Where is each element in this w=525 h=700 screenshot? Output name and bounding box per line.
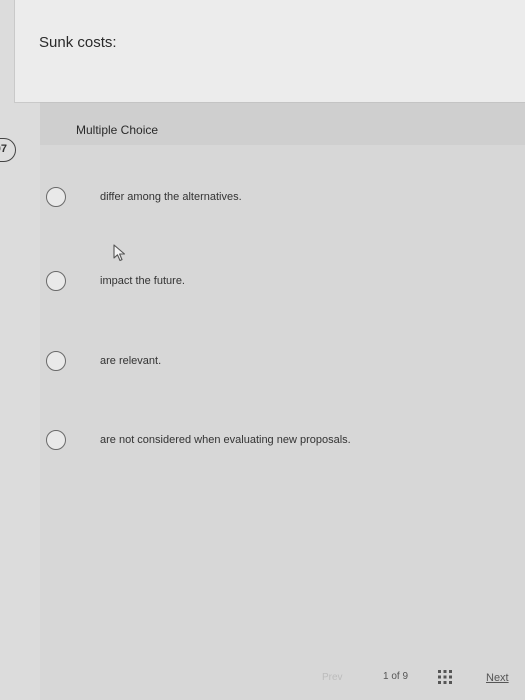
choice-label[interactable]: are not considered when evaluating new p… bbox=[100, 434, 351, 446]
choice-label[interactable]: differ among the alternatives. bbox=[100, 191, 242, 203]
choice-option-3[interactable]: are relevant. bbox=[46, 351, 466, 381]
choice-label[interactable]: impact the future. bbox=[100, 275, 185, 287]
choice-option-1[interactable]: differ among the alternatives. bbox=[46, 187, 466, 217]
radio-button[interactable] bbox=[46, 351, 66, 371]
choice-label[interactable]: are relevant. bbox=[100, 355, 161, 367]
radio-button[interactable] bbox=[46, 430, 66, 450]
radio-button[interactable] bbox=[46, 187, 66, 207]
pagination-footer: Prev 1 of 9 Next bbox=[0, 660, 525, 700]
page-indicator: 1 of 9 bbox=[383, 671, 409, 682]
prev-button[interactable]: Prev bbox=[322, 672, 343, 683]
panel-header: Multiple Choice bbox=[40, 102, 525, 145]
section-label: Multiple Choice bbox=[76, 123, 159, 137]
next-button[interactable]: Next bbox=[486, 672, 509, 684]
radio-button[interactable] bbox=[46, 271, 66, 291]
choice-option-2[interactable]: impact the future. bbox=[46, 271, 466, 301]
grid-icon[interactable] bbox=[438, 670, 452, 684]
question-card: Sunk costs: bbox=[14, 0, 525, 103]
question-number-badge: 07 bbox=[0, 138, 16, 162]
question-text: Sunk costs: bbox=[39, 34, 117, 51]
choice-option-4[interactable]: are not considered when evaluating new p… bbox=[46, 430, 466, 460]
mouse-pointer-icon bbox=[113, 244, 126, 262]
